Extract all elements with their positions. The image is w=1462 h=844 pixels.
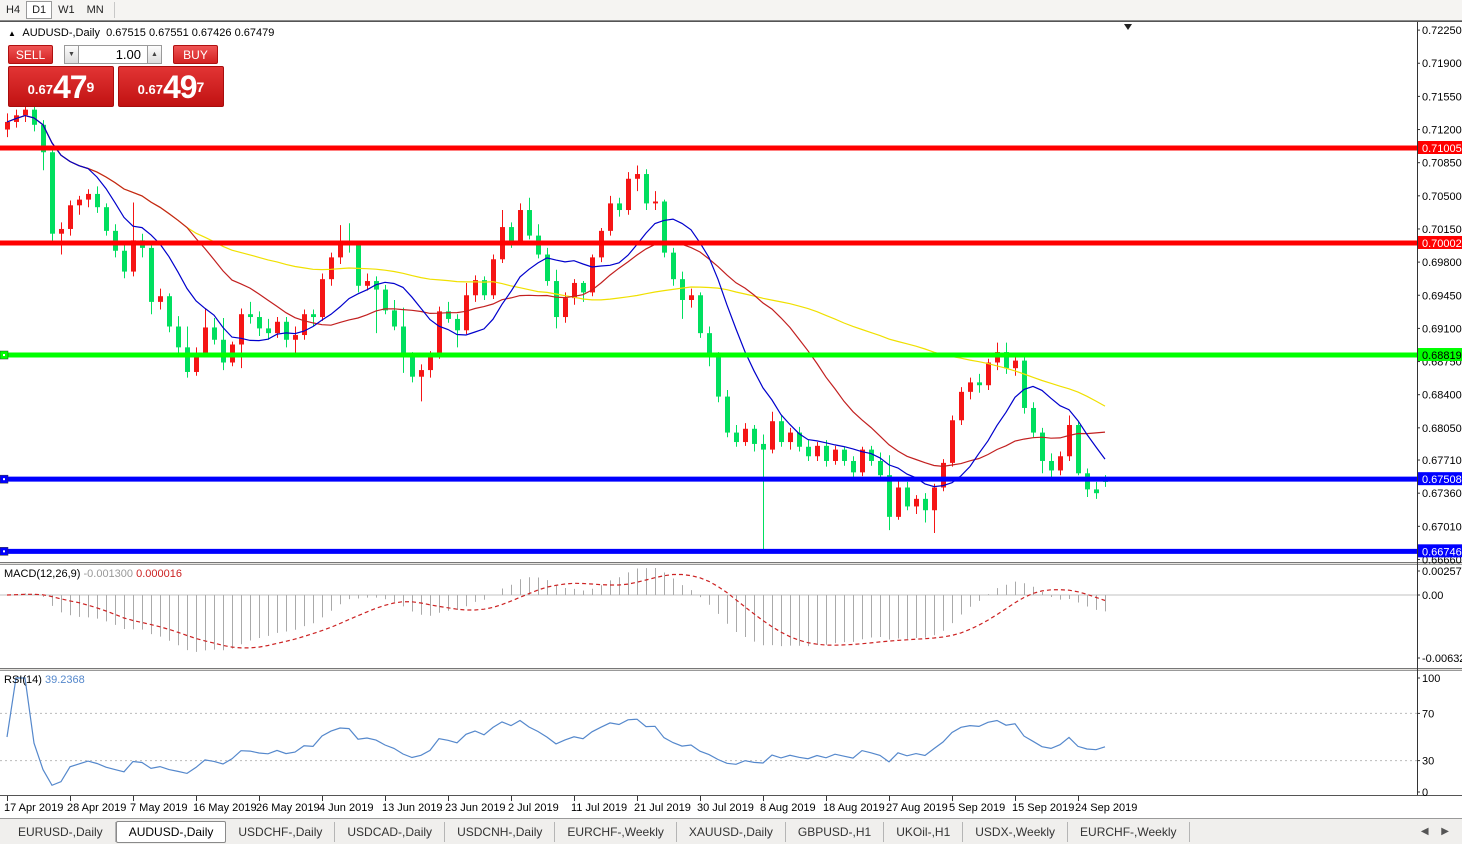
date-tick-label: 26 May 2019 xyxy=(256,802,320,814)
date-tick-label: 24 Sep 2019 xyxy=(1075,802,1137,814)
price-tick: 0.70850 xyxy=(1422,158,1462,170)
price-tick: 0.67710 xyxy=(1422,455,1462,467)
date-tick-label: 21 Jul 2019 xyxy=(634,802,691,814)
chart-tab-ukoil-h1[interactable]: UKOil-,H1 xyxy=(884,822,963,842)
level-price-label: 0.68819 xyxy=(1422,350,1462,362)
volume-input[interactable] xyxy=(79,45,147,64)
svg-text:RSI(14) 39.2368: RSI(14) 39.2368 xyxy=(4,674,85,686)
chart-tab-audusd-daily[interactable]: AUDUSD-,Daily xyxy=(116,821,227,843)
level-price-label: 0.66746 xyxy=(1422,546,1462,558)
timeframe-button-d1[interactable]: D1 xyxy=(26,1,52,19)
one-click-trade-panel: SELL ▼ ▲ BUY 0.67479 0.67497 xyxy=(8,45,226,107)
chart-tab-bar: EURUSD-,DailyAUDUSD-,DailyUSDCHF-,DailyU… xyxy=(0,818,1462,844)
date-tick-label: 11 Jul 2019 xyxy=(571,802,627,814)
level-price-label: 0.70002 xyxy=(1422,238,1462,250)
rsi-tick: 0 xyxy=(1422,787,1428,799)
date-tick-label: 4 Jun 2019 xyxy=(319,802,373,814)
price-tick: 0.69100 xyxy=(1422,323,1462,335)
chart-tab-eurusd-daily[interactable]: EURUSD-,Daily xyxy=(6,822,116,842)
macd-tick: -0.006326 xyxy=(1422,653,1462,665)
chart-symbol-title: ▲ AUDUSD-,Daily 0.67515 0.67551 0.67426 … xyxy=(8,27,274,39)
date-tick-label: 7 May 2019 xyxy=(130,802,187,814)
rsi-tick: 30 xyxy=(1422,756,1434,768)
date-tick-label: 27 Aug 2019 xyxy=(886,802,948,814)
chart-tab-gbpusd-h1[interactable]: GBPUSD-,H1 xyxy=(786,822,884,842)
buy-price-big: 49 xyxy=(163,71,197,103)
sell-button-label: SELL xyxy=(16,48,45,62)
sell-button[interactable]: SELL xyxy=(8,45,53,64)
date-tick-label: 17 Apr 2019 xyxy=(4,802,63,814)
price-tick: 0.68050 xyxy=(1422,423,1462,435)
price-tick: 0.70500 xyxy=(1422,191,1462,203)
tab-scroll-left-icon[interactable]: ◀ xyxy=(1416,826,1434,837)
date-tick-label: 15 Sep 2019 xyxy=(1012,802,1074,814)
chart-tab-usdx-weekly[interactable]: USDX-,Weekly xyxy=(963,822,1068,842)
buy-price-pip: 7 xyxy=(197,67,205,107)
level-price-label: 0.71005 xyxy=(1422,143,1462,155)
date-tick-label: 16 May 2019 xyxy=(193,802,257,814)
date-tick-label: 5 Sep 2019 xyxy=(949,802,1005,814)
chart-tab-eurchf-weekly[interactable]: EURCHF-,Weekly xyxy=(555,822,676,842)
volume-decrease-button[interactable]: ▼ xyxy=(64,45,79,64)
rsi-value: 39.2368 xyxy=(45,674,85,686)
date-tick-label: 2 Jul 2019 xyxy=(508,802,559,814)
price-tick: 0.72250 xyxy=(1422,25,1462,37)
macd-main-value: -0.001300 xyxy=(83,568,136,580)
buy-button-label: BUY xyxy=(183,48,208,62)
rsi-tick: 70 xyxy=(1422,708,1434,720)
sell-price-pip: 9 xyxy=(87,67,95,107)
svg-text:MACD(12,26,9) -0.001300 0.0000: MACD(12,26,9) -0.001300 0.000016 xyxy=(4,568,182,580)
chart-tab-usdcnh-daily[interactable]: USDCNH-,Daily xyxy=(445,822,555,842)
rsi-label: RSI(14) xyxy=(4,674,45,686)
sell-price-prefix: 0.67 xyxy=(28,77,53,103)
volume-increase-button[interactable]: ▲ xyxy=(147,45,162,64)
price-tick: 0.67010 xyxy=(1422,521,1462,533)
price-tick: 0.71550 xyxy=(1422,91,1462,103)
collapse-triangle-icon[interactable]: ▲ xyxy=(8,29,16,38)
date-tick-label: 18 Aug 2019 xyxy=(823,802,885,814)
price-tick: 0.71900 xyxy=(1422,58,1462,70)
macd-tick: 0.00 xyxy=(1422,590,1443,602)
price-tick: 0.69450 xyxy=(1422,290,1462,302)
date-tick-label: 23 Jun 2019 xyxy=(445,802,506,814)
level-price-label: 0.67508 xyxy=(1422,474,1462,486)
buy-price-box[interactable]: 0.67497 xyxy=(118,66,224,107)
tab-scroll-right-icon[interactable]: ▶ xyxy=(1436,826,1454,837)
chart-tab-usdcad-daily[interactable]: USDCAD-,Daily xyxy=(335,822,445,842)
chart-tab-usdchf-daily[interactable]: USDCHF-,Daily xyxy=(226,822,335,842)
price-tick: 0.68400 xyxy=(1422,390,1462,402)
timeframe-button-w1[interactable]: W1 xyxy=(52,1,81,19)
sell-price-box[interactable]: 0.67479 xyxy=(8,66,114,107)
chart-area[interactable]: 0.72250 0.71900 0.71550 0.71200 0.70850 0.705… xyxy=(0,21,1462,818)
macd-signal-value: 0.000016 xyxy=(136,568,182,580)
symbol-name: AUDUSD-,Daily xyxy=(22,27,100,39)
date-tick-label: 30 Jul 2019 xyxy=(697,802,754,814)
macd-label: MACD(12,26,9) xyxy=(4,568,83,580)
price-tick: 0.67360 xyxy=(1422,488,1462,500)
price-tick: 0.69800 xyxy=(1422,257,1462,269)
timeframe-button-mn[interactable]: MN xyxy=(81,1,110,19)
price-tick: 0.70150 xyxy=(1422,224,1462,236)
sell-price-big: 47 xyxy=(53,71,87,103)
chart-tab-xauusd-daily[interactable]: XAUUSD-,Daily xyxy=(677,822,786,842)
timeframe-toolbar: H4D1W1MN xyxy=(0,0,1462,21)
price-tick: 0.71200 xyxy=(1422,125,1462,137)
timeframe-button-h4[interactable]: H4 xyxy=(0,1,26,19)
date-tick-label: 28 Apr 2019 xyxy=(67,802,126,814)
buy-button[interactable]: BUY xyxy=(173,45,218,64)
date-tick-label: 13 Jun 2019 xyxy=(382,802,443,814)
rsi-tick: 100 xyxy=(1422,673,1440,685)
date-tick-label: 8 Aug 2019 xyxy=(760,802,816,814)
macd-tick: 0.002574 xyxy=(1422,566,1462,578)
tab-scroll-buttons: ◀ ▶ xyxy=(1416,826,1454,837)
ohlc-values: 0.67515 0.67551 0.67426 0.67479 xyxy=(106,27,274,39)
buy-price-prefix: 0.67 xyxy=(138,77,163,103)
chart-tab-eurchf-weekly[interactable]: EURCHF-,Weekly xyxy=(1068,822,1189,842)
